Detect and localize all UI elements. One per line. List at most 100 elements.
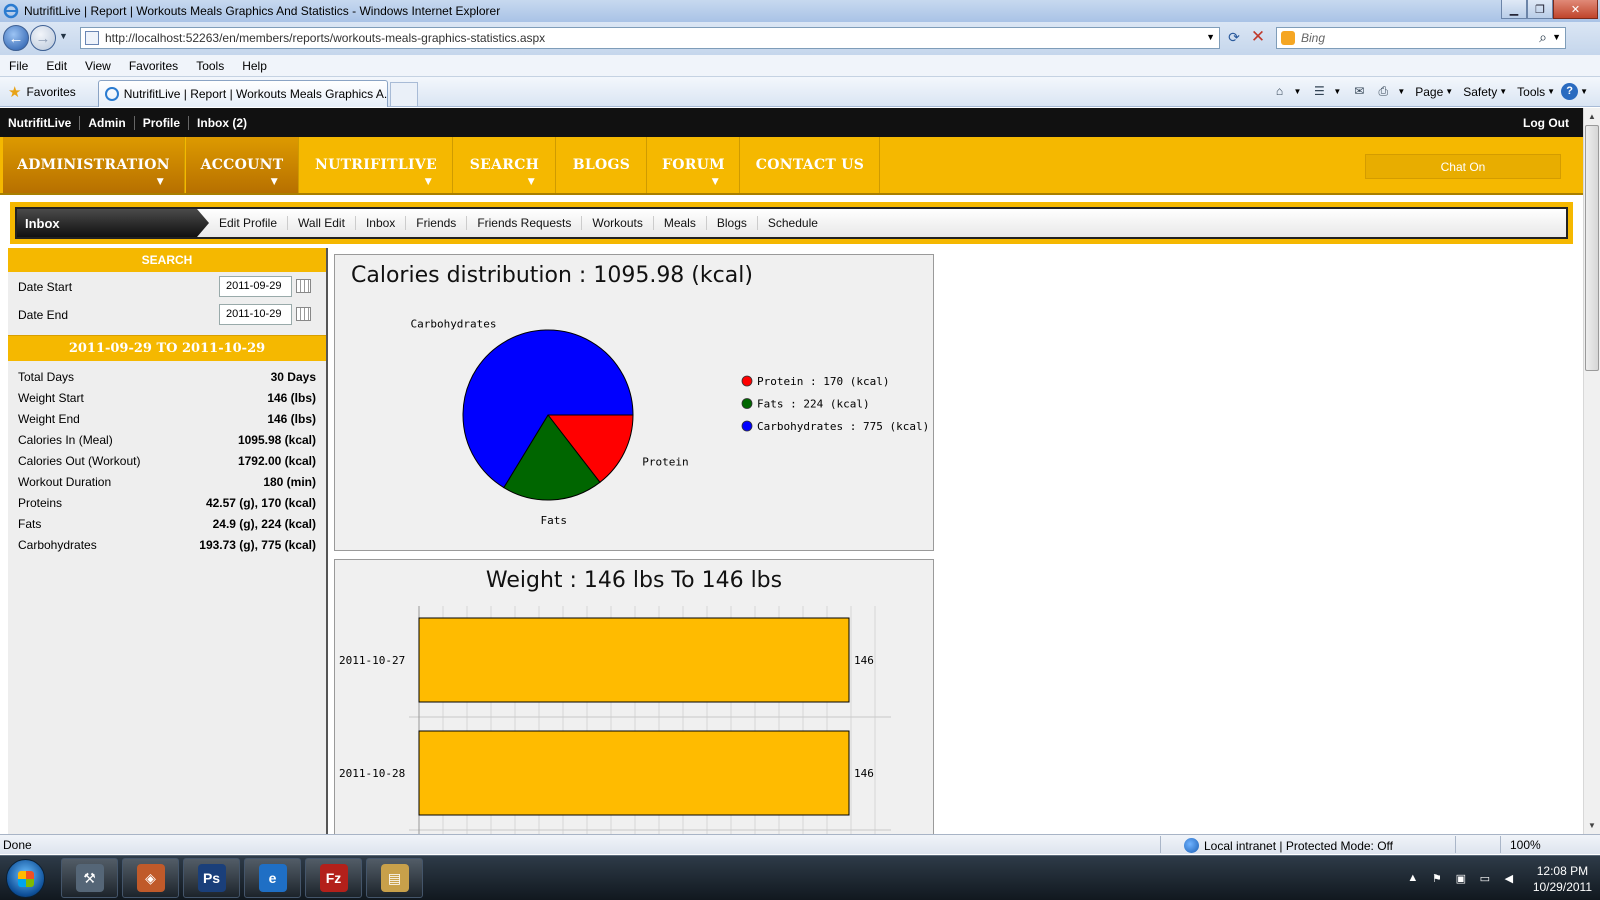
stat-value: 146 (lbs) bbox=[267, 391, 316, 405]
calendar-icon[interactable] bbox=[296, 279, 311, 293]
stat-row: Total Days 30 Days bbox=[8, 367, 326, 388]
date-end-input[interactable]: 2011-10-29 bbox=[219, 304, 292, 325]
tools-menu[interactable]: Tools bbox=[1517, 85, 1545, 99]
nav-forum[interactable]: FORUM ▼ bbox=[648, 137, 740, 193]
menu-file[interactable]: File bbox=[0, 59, 37, 73]
refresh-icon[interactable]: ⟳ bbox=[1224, 29, 1244, 49]
subnav-inbox[interactable]: Inbox bbox=[356, 216, 407, 230]
chat-on-button[interactable]: Chat On bbox=[1365, 154, 1561, 179]
nav-search-label: SEARCH bbox=[469, 157, 540, 173]
zoom-level[interactable]: 100% bbox=[1510, 838, 1541, 852]
safety-dropdown-icon[interactable]: ▼ bbox=[1499, 87, 1507, 96]
action-center-flag-icon[interactable]: ⚑ bbox=[1430, 872, 1444, 886]
top-link-inbox[interactable]: Inbox (2) bbox=[189, 116, 255, 130]
search-icon[interactable]: ⌕ bbox=[1539, 29, 1547, 46]
nav-contact-us[interactable]: CONTACT US bbox=[741, 137, 880, 193]
feeds-icon[interactable]: ☰ bbox=[1311, 84, 1327, 100]
subnav-schedule[interactable]: Schedule bbox=[758, 216, 828, 230]
top-link-nutrifitlive[interactable]: NutrifitLive bbox=[0, 115, 81, 130]
menu-view[interactable]: View bbox=[76, 59, 120, 73]
page-menu[interactable]: Page bbox=[1415, 85, 1443, 99]
subnav-meals[interactable]: Meals bbox=[654, 216, 707, 230]
menu-favorites[interactable]: Favorites bbox=[120, 59, 187, 73]
date-range-header: 2011-09-29 TO 2011-10-29 bbox=[8, 335, 326, 361]
top-link-profile[interactable]: Profile bbox=[135, 115, 190, 130]
subnav-workouts[interactable]: Workouts bbox=[582, 216, 654, 230]
legend-entry-protein: Protein : 170 (kcal) bbox=[757, 375, 889, 388]
status-divider bbox=[1500, 836, 1501, 853]
subnav-active-inbox[interactable]: Inbox bbox=[17, 209, 209, 237]
nav-contact-us-label: CONTACT US bbox=[755, 157, 865, 173]
start-button[interactable] bbox=[6, 859, 45, 898]
home-icon[interactable]: ⌂ bbox=[1271, 84, 1287, 100]
feeds-dropdown-icon[interactable]: ▼ bbox=[1333, 87, 1341, 96]
taskbar-filezilla-button[interactable]: Fz bbox=[305, 858, 362, 898]
system-clock[interactable]: 12:08 PM 10/29/2011 bbox=[1533, 863, 1592, 895]
safety-menu[interactable]: Safety bbox=[1463, 85, 1497, 99]
menu-tools[interactable]: Tools bbox=[187, 59, 233, 73]
photoshop-icon: Ps bbox=[197, 864, 226, 892]
scroll-up-icon[interactable]: ▲ bbox=[1584, 108, 1600, 125]
calendar-icon[interactable] bbox=[296, 307, 311, 321]
device-icon[interactable]: ▣ bbox=[1454, 872, 1468, 886]
address-dropdown-icon[interactable]: ▼ bbox=[1206, 32, 1215, 42]
search-box[interactable]: Bing ⌕ ▼ bbox=[1276, 27, 1566, 49]
close-window-button[interactable]: ✕ bbox=[1553, 0, 1598, 19]
search-options-dropdown-icon[interactable]: ▼ bbox=[1552, 32, 1561, 42]
page-scrollbar[interactable]: ▲ ▼ bbox=[1583, 108, 1600, 834]
star-icon: ★ bbox=[8, 84, 22, 101]
stat-value: 1095.98 (kcal) bbox=[237, 433, 316, 447]
nav-account[interactable]: ACCOUNT ▼ bbox=[186, 137, 299, 193]
taskbar-photoshop-button[interactable]: Ps bbox=[183, 858, 240, 898]
browser-tab-active[interactable]: NutrifitLive | Report | Workouts Meals G… bbox=[98, 80, 388, 107]
windows-logo-icon bbox=[18, 871, 34, 887]
help-dropdown-icon[interactable]: ▼ bbox=[1580, 87, 1588, 96]
subnav-edit-profile[interactable]: Edit Profile bbox=[209, 216, 289, 230]
help-icon[interactable]: ? bbox=[1561, 83, 1579, 100]
stat-row: Weight End 146 (lbs) bbox=[8, 409, 326, 430]
taskbar-paint-button[interactable]: ◈ bbox=[122, 858, 179, 898]
nav-administration[interactable]: ADMINISTRATION ▼ bbox=[3, 137, 185, 193]
new-tab-button[interactable] bbox=[390, 82, 418, 106]
subnav-friends-requests[interactable]: Friends Requests bbox=[467, 216, 583, 230]
taskbar-internet-explorer-button[interactable]: e bbox=[244, 858, 301, 898]
page-dropdown-icon[interactable]: ▼ bbox=[1445, 87, 1453, 96]
recent-pages-dropdown-icon[interactable]: ▼ bbox=[59, 31, 68, 41]
stat-value: 42.57 (g), 170 (kcal) bbox=[205, 496, 316, 510]
stat-label: Workout Duration bbox=[18, 475, 112, 489]
nav-nutrifitlive[interactable]: NUTRIFITLIVE ▼ bbox=[300, 137, 453, 193]
menu-help[interactable]: Help bbox=[233, 59, 276, 73]
url-text[interactable]: http://localhost:52263/en/members/report… bbox=[105, 31, 545, 45]
subnav-wall-edit[interactable]: Wall Edit bbox=[288, 216, 356, 230]
subnav-blogs[interactable]: Blogs bbox=[707, 216, 758, 230]
taskbar-tools-button[interactable]: ⚒ bbox=[61, 858, 118, 898]
weight-bar-chart: Weight : 146 lbs To 146 lbs 2011-10-27 14… bbox=[334, 559, 934, 834]
print-icon[interactable]: ⎙ bbox=[1375, 84, 1391, 100]
menu-edit[interactable]: Edit bbox=[37, 59, 76, 73]
mail-icon[interactable]: ✉ bbox=[1351, 84, 1367, 100]
minimize-button[interactable]: ▁ bbox=[1501, 0, 1527, 19]
search-placeholder[interactable]: Bing bbox=[1301, 31, 1325, 45]
nav-blogs[interactable]: BLOGS bbox=[557, 137, 647, 193]
scroll-down-icon[interactable]: ▼ bbox=[1584, 817, 1600, 834]
nav-search[interactable]: SEARCH ▼ bbox=[454, 137, 556, 193]
security-zone[interactable]: Local intranet | Protected Mode: Off bbox=[1184, 838, 1393, 853]
logout-link[interactable]: Log Out bbox=[1523, 116, 1569, 130]
home-dropdown-icon[interactable]: ▼ bbox=[1293, 87, 1301, 96]
address-bar[interactable]: http://localhost:52263/en/members/report… bbox=[80, 27, 1220, 49]
restore-button[interactable]: ❐ bbox=[1527, 0, 1553, 19]
date-start-input[interactable]: 2011-09-29 bbox=[219, 276, 292, 297]
back-button[interactable]: ← bbox=[3, 25, 29, 51]
stop-icon[interactable]: ✕ bbox=[1248, 27, 1268, 47]
print-dropdown-icon[interactable]: ▼ bbox=[1397, 87, 1405, 96]
taskbar-explorer-button[interactable]: ▤ bbox=[366, 858, 423, 898]
show-hidden-icons-icon[interactable]: ▲ bbox=[1406, 872, 1420, 886]
forward-button[interactable]: → bbox=[30, 25, 56, 51]
top-link-admin[interactable]: Admin bbox=[80, 115, 135, 130]
network-icon[interactable]: ▭ bbox=[1478, 872, 1492, 886]
subnav-friends[interactable]: Friends bbox=[406, 216, 468, 230]
favorites-button[interactable]: ★ Favorites bbox=[8, 83, 76, 101]
scrollbar-thumb[interactable] bbox=[1585, 125, 1599, 371]
tools-dropdown-icon[interactable]: ▼ bbox=[1547, 87, 1555, 96]
volume-icon[interactable]: ◀ bbox=[1502, 872, 1516, 886]
